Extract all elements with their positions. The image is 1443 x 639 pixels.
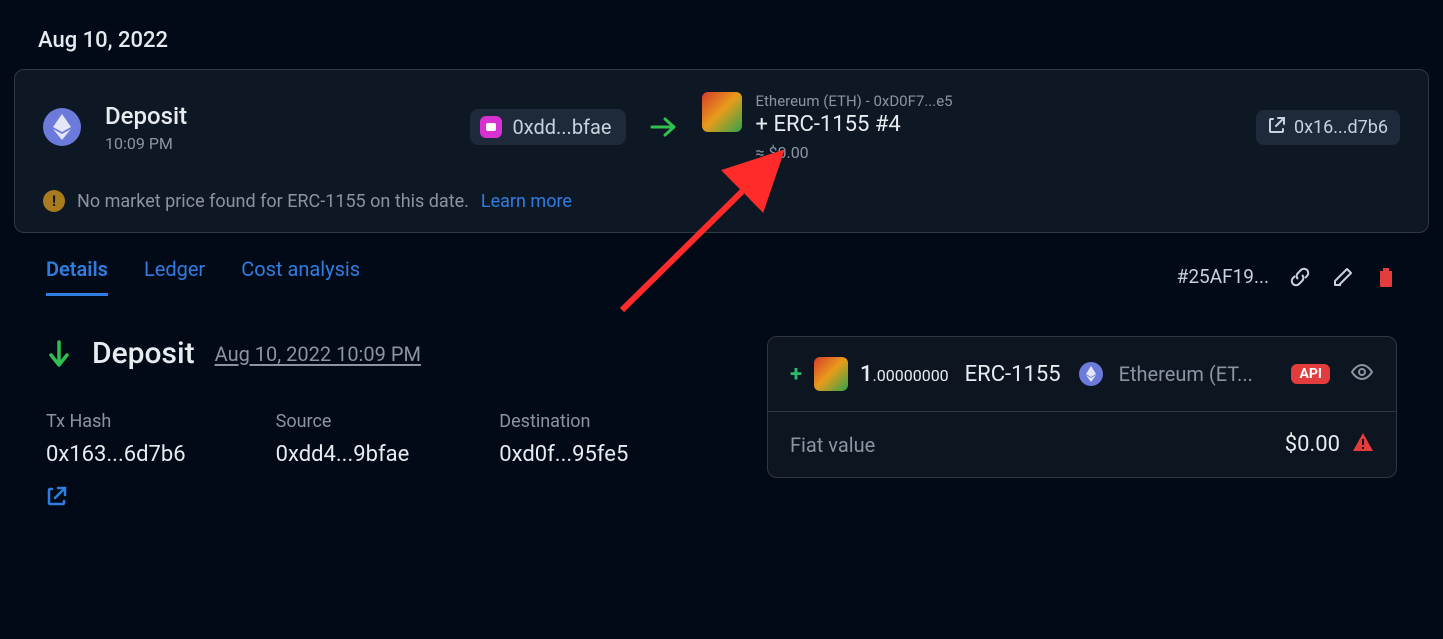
- arrow-down-icon: [46, 339, 72, 369]
- source-col: Source 0xdd4...9bfae: [276, 411, 410, 511]
- learn-more-link[interactable]: Learn more: [481, 191, 572, 212]
- source-value: 0xdd4...9bfae: [276, 442, 410, 467]
- deposit-title: Deposit: [92, 336, 195, 371]
- delete-icon[interactable]: [1375, 265, 1397, 289]
- destination-label: Destination: [499, 411, 628, 432]
- amount-decimal: .00000000: [873, 366, 949, 385]
- warning-row: ! No market price found for ERC-1155 on …: [43, 190, 1400, 212]
- ethereum-icon: [43, 108, 81, 146]
- tab-details[interactable]: Details: [46, 257, 108, 296]
- tx-id-label: #25AF19...: [1177, 265, 1269, 288]
- transaction-type: Deposit: [105, 102, 187, 130]
- warning-icon: !: [43, 190, 65, 212]
- txhash-col: Tx Hash 0x163...6d7b6: [46, 411, 186, 511]
- nft-thumbnail: [702, 92, 742, 132]
- external-txhash-short: 0x16...d7b6: [1294, 117, 1388, 138]
- asset-block: Ethereum (ETH) - 0xD0F7...e5 + ERC-1155 …: [702, 92, 953, 162]
- wallet-icon: [480, 116, 502, 138]
- source-address: 0xdd...bfae: [512, 115, 611, 139]
- eye-icon[interactable]: [1350, 363, 1374, 385]
- asset-network-line: Ethereum (ETH) - 0xD0F7...e5: [756, 92, 953, 110]
- tabs: Details Ledger Cost analysis: [46, 257, 360, 296]
- tab-ledger[interactable]: Ledger: [144, 257, 205, 296]
- copy-link-icon[interactable]: [1289, 266, 1311, 288]
- date-header: Aug 10, 2022: [38, 28, 1429, 53]
- asset-symbol: ERC-1155: [965, 362, 1061, 387]
- asset-approx-value: ≈ $0.00: [756, 143, 953, 162]
- txhash-value: 0x163...6d7b6: [46, 442, 186, 467]
- api-badge: API: [1291, 364, 1330, 384]
- details-panel: Details Ledger Cost analysis #25AF19...: [14, 233, 1429, 551]
- txhash-label: Tx Hash: [46, 411, 186, 432]
- toolbar-actions: #25AF19...: [1177, 265, 1397, 289]
- ethereum-mini-icon: [1079, 362, 1103, 386]
- transaction-card[interactable]: Deposit 10:09 PM 0xdd...bfae Ethereum (E…: [14, 69, 1429, 233]
- external-txhash-pill[interactable]: 0x16...d7b6: [1256, 110, 1400, 145]
- network-name: Ethereum (ET...: [1119, 362, 1253, 386]
- destination-col: Destination 0xd0f...95fe5: [499, 411, 628, 511]
- external-link-icon: [1268, 116, 1286, 139]
- tab-cost-analysis[interactable]: Cost analysis: [241, 257, 360, 296]
- destination-value: 0xd0f...95fe5: [499, 442, 628, 467]
- fiat-value: $0.00: [1285, 432, 1340, 457]
- fiat-value-label: Fiat value: [790, 433, 875, 457]
- asset-detail-box: + 1.00000000 ERC-1155 Ethereum (ET... AP…: [767, 336, 1397, 478]
- plus-icon: +: [790, 362, 802, 387]
- arrow-right-icon: [650, 116, 678, 138]
- transaction-time: 10:09 PM: [105, 134, 187, 153]
- amount-integer: 1: [860, 362, 873, 387]
- deposit-heading: Deposit Aug 10, 2022 10:09 PM: [46, 336, 719, 371]
- deposit-timestamp[interactable]: Aug 10, 2022 10:09 PM: [215, 342, 421, 366]
- alert-icon: [1352, 432, 1374, 457]
- source-address-pill[interactable]: 0xdd...bfae: [470, 109, 625, 145]
- transaction-title-block: Deposit 10:09 PM: [105, 102, 187, 153]
- nft-thumbnail-small: [814, 357, 848, 391]
- source-label: Source: [276, 411, 410, 432]
- asset-main-line: + ERC-1155 #4: [756, 112, 953, 137]
- txhash-external-link-icon[interactable]: [46, 485, 186, 511]
- warning-text: No market price found for ERC-1155 on th…: [77, 191, 469, 212]
- edit-icon[interactable]: [1331, 265, 1355, 289]
